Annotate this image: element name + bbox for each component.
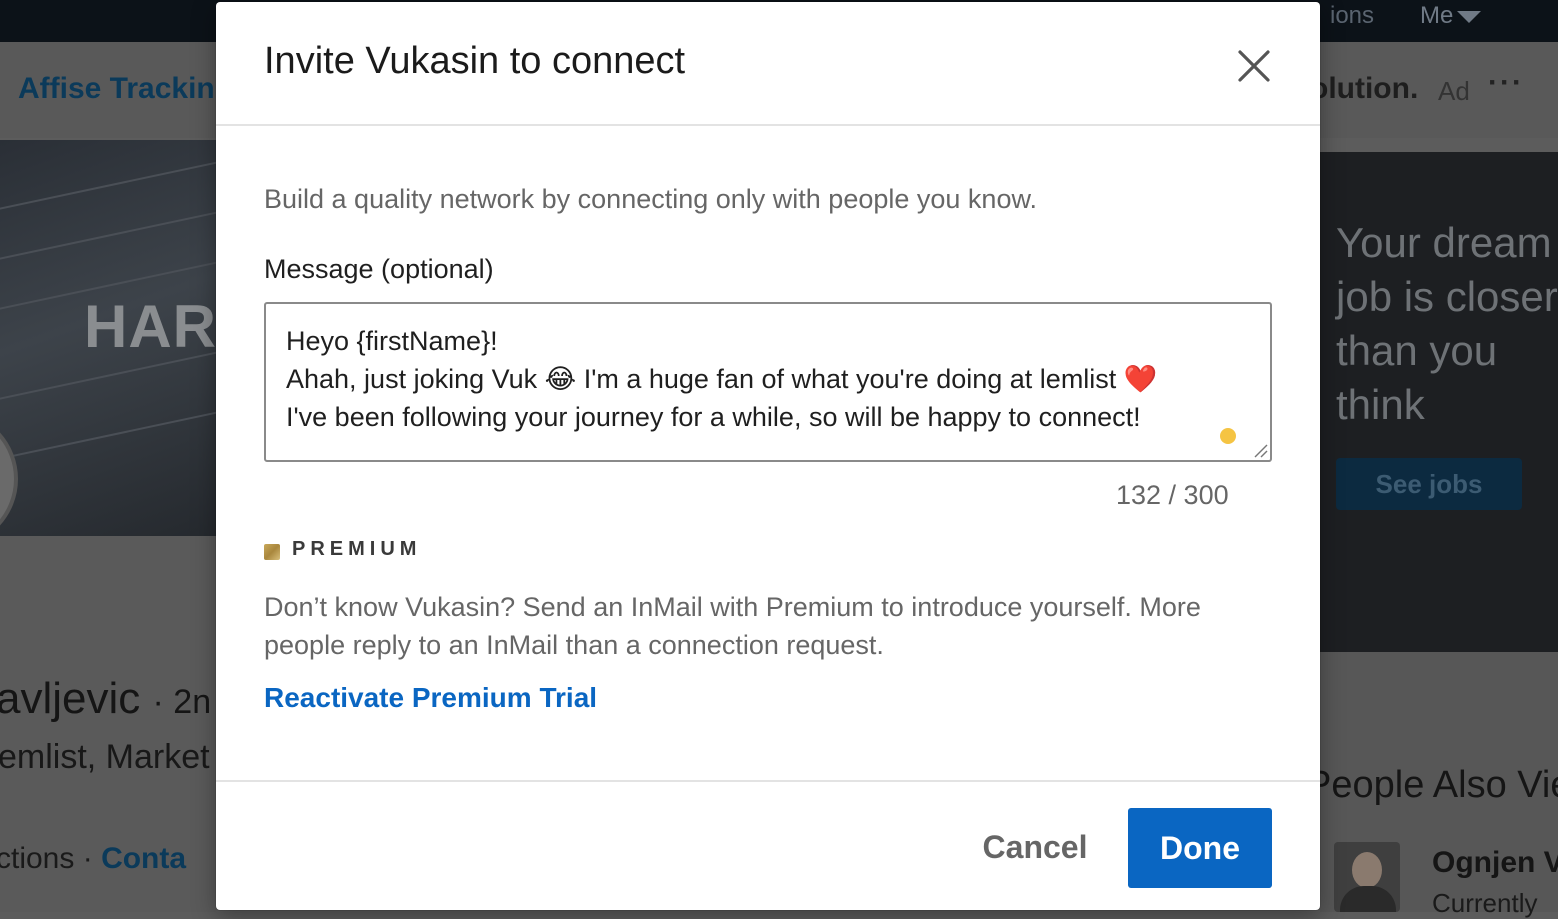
- cover-text: HAR: [84, 293, 216, 360]
- profile-name: avljevic: [0, 674, 141, 723]
- ad-banner-left-text[interactable]: Affise Trackin: [18, 72, 215, 106]
- message-label: Message (optional): [264, 254, 494, 284]
- nav-me-menu[interactable]: Me: [1420, 2, 1482, 30]
- person-name[interactable]: Ognjen V: [1432, 846, 1558, 880]
- profile-summary: avljevic · 2n emlist, Market ctions · Co…: [0, 536, 216, 912]
- ad-banner-right-text[interactable]: olution.: [1310, 72, 1418, 106]
- people-also-viewed: People Also Vie Ognjen V Currently: [1306, 652, 1558, 918]
- separator-dot: ·: [82, 842, 93, 875]
- close-button[interactable]: [1232, 44, 1276, 88]
- more-options-icon[interactable]: ···: [1488, 66, 1524, 100]
- modal-description: Build a quality network by connecting on…: [264, 184, 1037, 214]
- modal-title: Invite Vukasin to connect: [264, 40, 686, 82]
- connections-link[interactable]: ctions: [0, 842, 74, 875]
- message-textarea[interactable]: Heyo {firstName}! Ahah, just joking Vuk 😂…: [264, 302, 1272, 462]
- close-icon: [1238, 50, 1270, 82]
- resize-handle-icon[interactable]: [1252, 442, 1268, 458]
- nav-me-label: Me: [1420, 2, 1454, 29]
- premium-description: Don’t know Vukasin? Send an InMail with …: [264, 592, 1201, 660]
- ad-label: Ad: [1438, 76, 1470, 106]
- premium-icon: [264, 544, 280, 560]
- profile-avatar[interactable]: [0, 410, 18, 536]
- right-ad-copy: Your dream job is closer than you think: [1336, 216, 1558, 432]
- reactivate-premium-link[interactable]: Reactivate Premium Trial: [264, 682, 597, 714]
- cancel-button[interactable]: Cancel: [964, 808, 1106, 886]
- done-button[interactable]: Done: [1128, 808, 1272, 888]
- person-avatar[interactable]: [1334, 842, 1400, 912]
- modal-header: Invite Vukasin to connect: [216, 2, 1320, 126]
- contact-info-link[interactable]: Conta: [101, 842, 186, 875]
- message-line: Heyo {firstName}!: [286, 326, 498, 356]
- message-text[interactable]: Heyo {firstName}! Ahah, just joking Vuk 😂…: [286, 322, 1157, 436]
- premium-label: PREMIUM: [292, 538, 422, 560]
- grammar-check-icon[interactable]: [1220, 428, 1236, 444]
- message-line: Ahah, just joking Vuk 😂 I'm a huge fan o…: [286, 364, 1158, 394]
- profile-cover-image: HAR: [0, 140, 216, 536]
- character-counter: 132 / 300: [1116, 480, 1229, 510]
- right-ad-line: job is closer: [1336, 273, 1558, 320]
- message-line: I've been following your journey for a w…: [286, 402, 1141, 432]
- right-ad-line: than you: [1336, 327, 1498, 374]
- caret-down-icon: [1457, 10, 1482, 23]
- modal-footer: Cancel Done: [216, 780, 1320, 912]
- people-also-viewed-title: People Also Vie: [1306, 764, 1558, 806]
- profile-name-wrapper: avljevic · 2n: [0, 674, 211, 724]
- right-rail-ad[interactable]: Your dream job is closer than you think …: [1320, 152, 1558, 652]
- see-jobs-button[interactable]: See jobs: [1336, 458, 1522, 510]
- nav-item-partial[interactable]: ions: [1330, 2, 1374, 30]
- connection-degree: · 2n: [152, 683, 212, 721]
- invite-modal: Invite Vukasin to connect Build a qualit…: [216, 2, 1320, 910]
- person-headline: Currently: [1432, 888, 1538, 918]
- profile-headline: emlist, Market: [0, 738, 210, 776]
- right-ad-line: Your dream: [1336, 219, 1552, 266]
- right-ad-line: think: [1336, 381, 1425, 428]
- profile-connections-row: ctions · Conta: [0, 842, 186, 876]
